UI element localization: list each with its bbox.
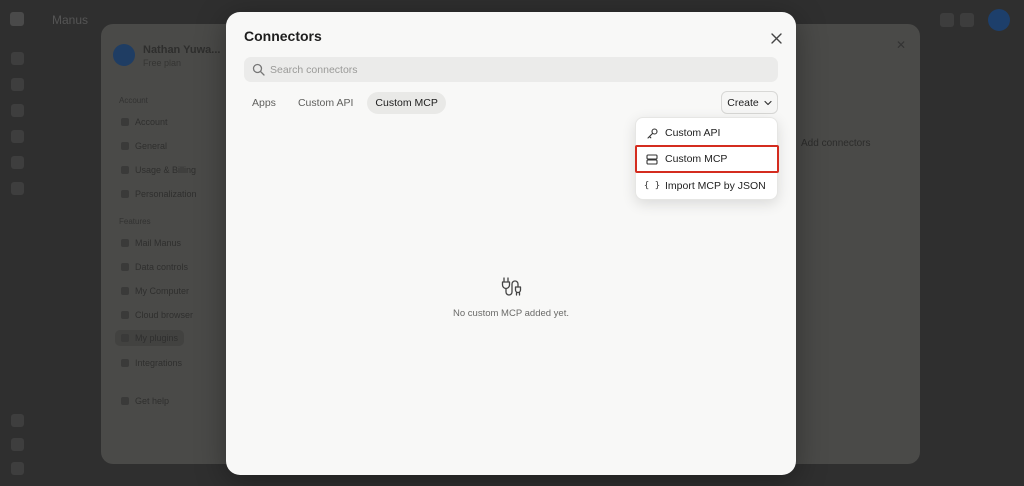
rail-more-icon bbox=[11, 182, 24, 195]
rail-projects-icon bbox=[11, 130, 24, 143]
app-title: Manus bbox=[52, 13, 89, 27]
settings-item-cloud-browser: Cloud browser bbox=[121, 310, 193, 320]
rail-settings-icon bbox=[11, 414, 24, 427]
settings-item-data-controls: Data controls bbox=[121, 262, 188, 272]
close-button[interactable] bbox=[768, 30, 784, 46]
create-button-label: Create bbox=[727, 96, 759, 109]
create-menu: Custom API Custom MCP { } Import MCP by … bbox=[635, 117, 779, 200]
settings-avatar bbox=[113, 44, 135, 66]
settings-item-usage: Usage & Billing bbox=[121, 165, 196, 175]
braces-icon: { } bbox=[643, 181, 661, 191]
settings-close-icon: ✕ bbox=[895, 38, 906, 52]
settings-item-my-computer: My Computer bbox=[121, 286, 189, 296]
settings-user-name: Nathan Yuwa... bbox=[143, 44, 221, 56]
settings-item-general: General bbox=[121, 141, 167, 151]
app-logo-icon bbox=[10, 12, 24, 26]
settings-plan: Free plan bbox=[143, 58, 182, 68]
app-notification-icon bbox=[960, 13, 974, 27]
settings-item-account: Account bbox=[121, 117, 168, 127]
rail-profile-icon bbox=[11, 462, 24, 475]
settings-item-personalization: Personalization bbox=[121, 189, 197, 199]
rail-search-icon bbox=[11, 78, 24, 91]
settings-section-features: Features bbox=[119, 217, 151, 226]
rail-new-task-icon bbox=[11, 52, 24, 65]
tab-custom-api[interactable]: Custom API bbox=[290, 92, 361, 114]
app-share-icon bbox=[940, 13, 954, 27]
search-icon bbox=[252, 63, 265, 76]
settings-item-mail: Mail Manus bbox=[121, 238, 181, 248]
rail-help-icon bbox=[11, 438, 24, 451]
settings-item-integrations: Integrations bbox=[121, 358, 182, 368]
close-icon bbox=[770, 32, 782, 44]
search-box bbox=[244, 57, 778, 82]
settings-item-get-help: Get help bbox=[121, 396, 169, 406]
menu-item-import-json[interactable]: { } Import MCP by JSON bbox=[637, 174, 777, 198]
settings-add-connectors: Add connectors bbox=[801, 138, 871, 149]
chevron-down-icon bbox=[764, 100, 772, 105]
tab-apps[interactable]: Apps bbox=[244, 92, 284, 114]
settings-item-plugins: My plugins bbox=[115, 330, 185, 346]
menu-item-custom-api[interactable]: Custom API bbox=[637, 121, 777, 145]
plug-icon bbox=[501, 277, 522, 296]
rail-library-icon bbox=[11, 104, 24, 117]
menu-item-label: Import MCP by JSON bbox=[665, 180, 766, 192]
connectors-modal: Connectors Apps Custom API Custom MCP Cr… bbox=[226, 12, 796, 475]
tab-custom-mcp[interactable]: Custom MCP bbox=[367, 92, 446, 114]
menu-item-label: Custom MCP bbox=[665, 153, 728, 165]
search-input[interactable] bbox=[270, 57, 770, 82]
settings-section-account: Account bbox=[119, 96, 148, 105]
key-icon bbox=[646, 127, 658, 139]
create-button[interactable]: Create bbox=[721, 91, 778, 114]
menu-item-label: Custom API bbox=[665, 127, 721, 139]
connector-tabs: Apps Custom API Custom MCP bbox=[244, 92, 446, 114]
empty-state-text: No custom MCP added yet. bbox=[453, 308, 569, 319]
server-icon bbox=[646, 153, 658, 165]
rail-agents-icon bbox=[11, 156, 24, 169]
menu-item-custom-mcp[interactable]: Custom MCP bbox=[635, 145, 779, 173]
modal-title: Connectors bbox=[244, 28, 322, 44]
app-avatar bbox=[988, 9, 1010, 31]
